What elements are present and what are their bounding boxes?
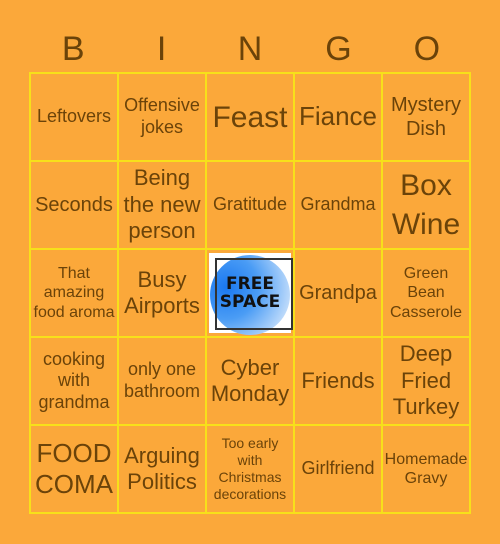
free-space-line1: FREE bbox=[226, 274, 274, 294]
bingo-cell[interactable]: That amazing food aroma bbox=[30, 249, 118, 337]
header-letter-o: O bbox=[413, 30, 441, 68]
bingo-cell[interactable]: Arguing Politics bbox=[118, 425, 206, 513]
bingo-cell[interactable]: Gratitude bbox=[206, 161, 294, 249]
bingo-cell[interactable]: Green Bean Casserole bbox=[382, 249, 470, 337]
bingo-card: Leftovers Offensive jokes Feast Fiance M… bbox=[29, 72, 471, 514]
free-space-cell[interactable]: FREE SPACE bbox=[206, 249, 294, 337]
bingo-cell[interactable]: Feast bbox=[206, 73, 294, 161]
free-space-image: FREE SPACE bbox=[209, 253, 293, 335]
free-space-line2: SPACE bbox=[219, 292, 281, 312]
bingo-cell[interactable]: Deep Fried Turkey bbox=[382, 337, 470, 425]
bingo-cell[interactable]: Fiance bbox=[294, 73, 382, 161]
bingo-header: B I N G O bbox=[29, 27, 471, 71]
header-letter-n: N bbox=[237, 30, 263, 68]
header-letter-i: I bbox=[156, 30, 167, 68]
bingo-cell[interactable]: Leftovers bbox=[30, 73, 118, 161]
bingo-cell[interactable]: Offensive jokes bbox=[118, 73, 206, 161]
bingo-cell[interactable]: cooking with grandma bbox=[30, 337, 118, 425]
bingo-cell[interactable]: Homemade Gravy bbox=[382, 425, 470, 513]
bingo-cell[interactable]: Busy Airports bbox=[118, 249, 206, 337]
bingo-cell[interactable]: Friends bbox=[294, 337, 382, 425]
bingo-cell[interactable]: FOOD COMA bbox=[30, 425, 118, 513]
bingo-cell[interactable]: Girlfriend bbox=[294, 425, 382, 513]
header-letter-b: B bbox=[61, 30, 85, 68]
bingo-cell[interactable]: Box Wine bbox=[382, 161, 470, 249]
header-letter-g: G bbox=[325, 30, 352, 68]
bingo-cell[interactable]: Grandma bbox=[294, 161, 382, 249]
bingo-cell[interactable]: Grandpa bbox=[294, 249, 382, 337]
bingo-cell[interactable]: Too early with Christmas decorations bbox=[206, 425, 294, 513]
bingo-cell[interactable]: Cyber Monday bbox=[206, 337, 294, 425]
bingo-cell[interactable]: only one bathroom bbox=[118, 337, 206, 425]
bingo-cell[interactable]: Mystery Dish bbox=[382, 73, 470, 161]
free-space-label: FREE SPACE bbox=[220, 275, 280, 311]
bingo-cell[interactable]: Seconds bbox=[30, 161, 118, 249]
bingo-cell[interactable]: Being the new person bbox=[118, 161, 206, 249]
